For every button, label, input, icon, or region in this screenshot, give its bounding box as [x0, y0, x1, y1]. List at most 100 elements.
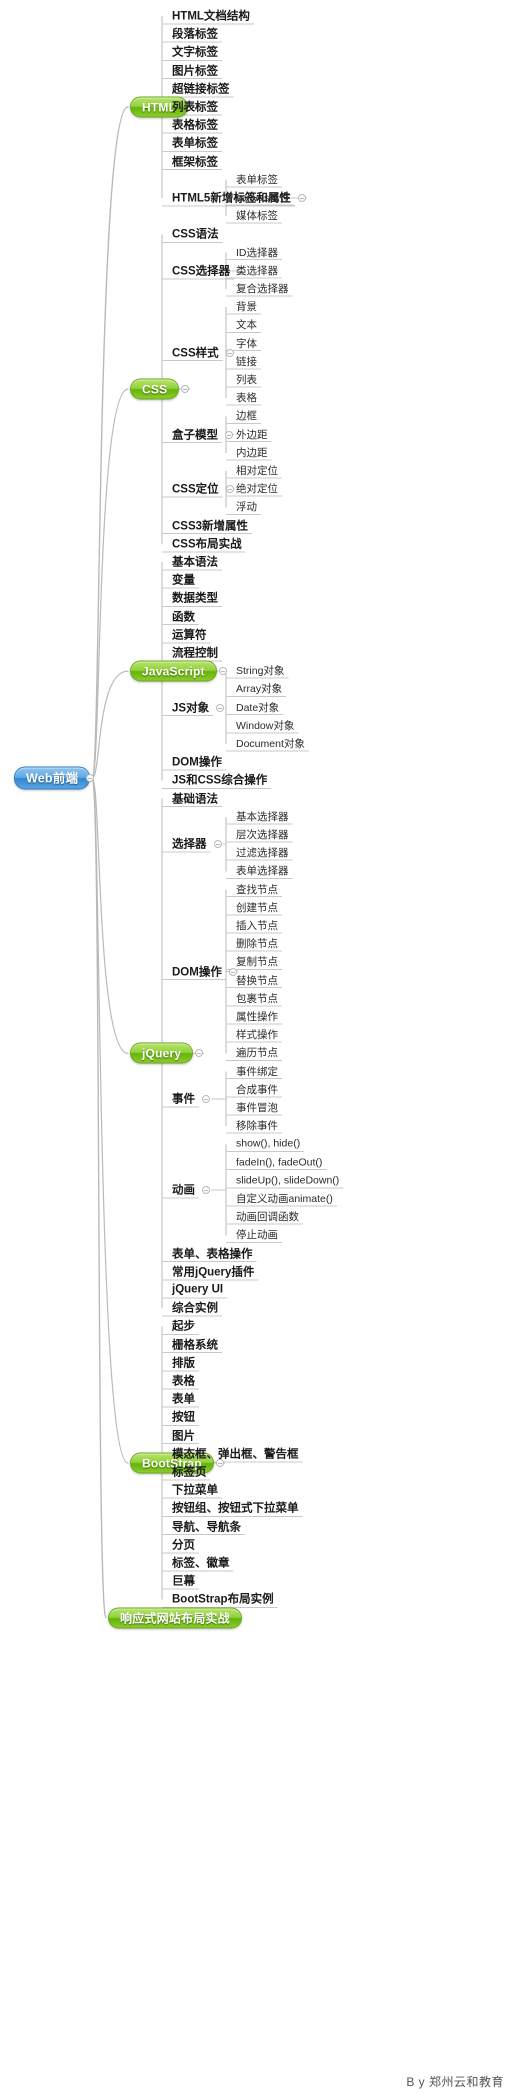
subtopic-3-2-3[interactable]: 删除节点 [232, 936, 282, 952]
subtopic-3-2-7[interactable]: 属性操作 [232, 1009, 282, 1025]
subtopic-1-1-0[interactable]: ID选择器 [232, 245, 282, 261]
topic-2-7[interactable]: DOM操作 [168, 754, 226, 771]
subtopic-3-4-5[interactable]: 停止动画 [232, 1227, 282, 1243]
topic-4-3[interactable]: 表格 [168, 1373, 199, 1390]
subtopic-3-2-9[interactable]: 遍历节点 [232, 1045, 282, 1061]
subtopic-3-2-1[interactable]: 创建节点 [232, 900, 282, 916]
subtopic-2-6-4[interactable]: Document对象 [232, 736, 309, 752]
topic-4-15[interactable]: BootStrap布局实例 [168, 1591, 278, 1608]
topic-4-5[interactable]: 按钮 [168, 1409, 199, 1426]
topic-2-5[interactable]: 流程控制 [168, 645, 222, 662]
subtopic-3-2-8[interactable]: 样式操作 [232, 1027, 282, 1043]
topic-4-14[interactable]: 巨幕 [168, 1573, 199, 1590]
subtopic-3-1-0[interactable]: 基本选择器 [232, 809, 293, 825]
subtopic-3-2-5[interactable]: 替换节点 [232, 973, 282, 989]
topic-4-8[interactable]: 标签页 [168, 1464, 211, 1481]
subtopic-3-2-4[interactable]: 复制节点 [232, 954, 282, 970]
topic-1-6[interactable]: CSS布局实战 [168, 535, 246, 552]
topic-0-6[interactable]: 表格标签 [168, 117, 222, 134]
topic-1-0[interactable]: CSS语法 [168, 226, 223, 243]
collapse-handle-branch-2[interactable] [218, 667, 227, 676]
subtopic-1-4-1[interactable]: 绝对定位 [232, 481, 282, 497]
subtopic-3-2-0[interactable]: 查找节点 [232, 882, 282, 898]
collapse-handle-root[interactable] [86, 774, 95, 782]
topic-2-8[interactable]: JS和CSS综合操作 [168, 772, 271, 789]
topic-4-0[interactable]: 起步 [168, 1318, 199, 1335]
subtopic-3-3-1[interactable]: 合成事件 [232, 1082, 282, 1098]
branch-node-3[interactable]: jQuery [130, 1042, 194, 1064]
topic-3-6[interactable]: 常用jQuery插件 [168, 1263, 258, 1280]
subtopic-2-6-2[interactable]: Date对象 [232, 700, 283, 716]
topic-0-4[interactable]: 超链接标签 [168, 80, 234, 97]
topic-2-0[interactable]: 基本语法 [168, 554, 222, 571]
topic-4-9[interactable]: 下拉菜单 [168, 1482, 222, 1499]
subtopic-3-1-2[interactable]: 过滤选择器 [232, 845, 293, 861]
subtopic-3-1-1[interactable]: 层次选择器 [232, 827, 293, 843]
topic-3-5[interactable]: 表单、表格操作 [168, 1245, 257, 1262]
subtopic-1-2-4[interactable]: 列表 [232, 372, 261, 388]
topic-0-3[interactable]: 图片标签 [168, 62, 222, 79]
topic-2-4[interactable]: 运算符 [168, 626, 211, 643]
subtopic-3-4-3[interactable]: 自定义动画animate() [232, 1191, 337, 1207]
subtopic-1-2-0[interactable]: 背景 [232, 299, 261, 315]
subtopic-1-2-1[interactable]: 文本 [232, 317, 261, 333]
subtopic-2-6-0[interactable]: String对象 [232, 663, 288, 679]
subtopic-3-4-1[interactable]: fadeIn(), fadeOut() [232, 1156, 326, 1169]
subtopic-0-9-0[interactable]: 表单标签 [232, 172, 282, 188]
topic-2-6[interactable]: JS对象 [168, 699, 213, 716]
subtopic-3-3-2[interactable]: 事件冒泡 [232, 1100, 282, 1116]
topic-2-2[interactable]: 数据类型 [168, 590, 222, 607]
topic-3-3[interactable]: 事件 [168, 1090, 199, 1107]
topic-4-7[interactable]: 模态框、弹出框、警告框 [168, 1445, 303, 1462]
topic-3-7[interactable]: jQuery UI [168, 1284, 227, 1297]
topic-0-5[interactable]: 列表标签 [168, 99, 222, 116]
collapse-handle-branch-1[interactable] [181, 385, 190, 394]
subtopic-3-2-2[interactable]: 插入节点 [232, 918, 282, 934]
topic-0-7[interactable]: 表单标签 [168, 135, 222, 152]
topic-1-2[interactable]: CSS样式 [168, 344, 223, 361]
subtopic-1-3-0[interactable]: 边框 [232, 408, 261, 424]
topic-4-6[interactable]: 图片 [168, 1427, 199, 1444]
topic-0-1[interactable]: 段落标签 [168, 26, 222, 43]
subtopic-0-9-2[interactable]: 媒体标签 [232, 208, 282, 224]
topic-3-2[interactable]: DOM操作 [168, 963, 226, 980]
topic-1-3[interactable]: 盒子模型 [168, 426, 222, 443]
subtopic-1-3-1[interactable]: 外边距 [232, 427, 272, 443]
subtopic-1-1-2[interactable]: 复合选择器 [232, 281, 293, 297]
topic-1-5[interactable]: CSS3新增属性 [168, 517, 252, 534]
topic-2-3[interactable]: 函数 [168, 608, 199, 625]
topic-0-8[interactable]: 框架标签 [168, 153, 222, 170]
topic-3-4[interactable]: 动画 [168, 1181, 199, 1198]
topic-1-4[interactable]: CSS定位 [168, 481, 223, 498]
collapse-handle-3-4[interactable] [202, 1185, 210, 1194]
subtopic-2-6-1[interactable]: Array对象 [232, 681, 286, 697]
topic-3-8[interactable]: 综合实例 [168, 1300, 222, 1317]
subtopic-1-3-2[interactable]: 内边距 [232, 445, 272, 461]
topic-3-1[interactable]: 选择器 [168, 836, 211, 853]
subtopic-3-4-4[interactable]: 动画回调函数 [232, 1209, 303, 1225]
topic-4-10[interactable]: 按钮组、按钮式下拉菜单 [168, 1500, 303, 1517]
subtopic-1-1-1[interactable]: 类选择器 [232, 263, 282, 279]
subtopic-1-4-0[interactable]: 相对定位 [232, 463, 282, 479]
topic-0-0[interactable]: HTML文档结构 [168, 8, 254, 25]
topic-2-1[interactable]: 变量 [168, 572, 199, 589]
subtopic-1-2-5[interactable]: 表格 [232, 390, 261, 406]
root-node[interactable]: Web前端 [14, 766, 91, 790]
topic-0-2[interactable]: 文字标签 [168, 44, 222, 61]
subtopic-3-4-0[interactable]: show(), hide() [232, 1138, 304, 1151]
collapse-handle-0-9[interactable] [297, 194, 306, 202]
subtopic-1-4-2[interactable]: 浮动 [232, 499, 261, 515]
subtopic-1-2-3[interactable]: 链接 [232, 354, 261, 370]
subtopic-3-2-6[interactable]: 包裹节点 [232, 991, 282, 1007]
branch-node-2[interactable]: JavaScript [130, 660, 217, 682]
subtopic-0-9-1[interactable]: canvas标签 [232, 190, 294, 206]
topic-1-1[interactable]: CSS选择器 [168, 262, 234, 279]
subtopic-2-6-3[interactable]: Window对象 [232, 718, 298, 734]
branch-node-1[interactable]: CSS [130, 378, 180, 400]
topic-4-11[interactable]: 导航、导航条 [168, 1518, 245, 1535]
subtopic-3-3-0[interactable]: 事件绑定 [232, 1064, 282, 1080]
topic-3-0[interactable]: 基础语法 [168, 790, 222, 807]
topic-4-1[interactable]: 栅格系统 [168, 1336, 222, 1353]
subtopic-3-1-3[interactable]: 表单选择器 [232, 863, 293, 879]
subtopic-3-3-3[interactable]: 移除事件 [232, 1118, 282, 1134]
